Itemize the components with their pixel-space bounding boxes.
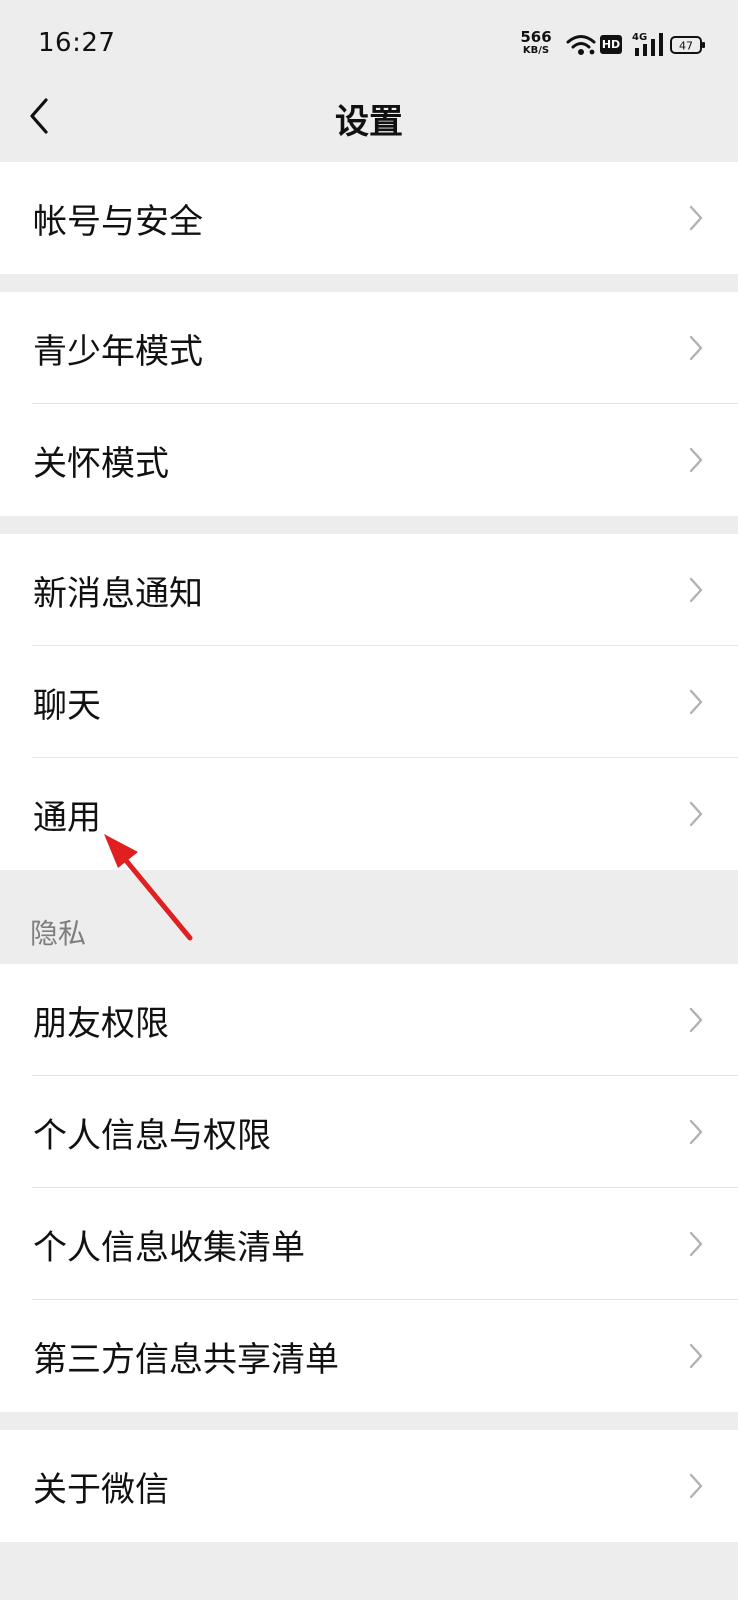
settings-item-label: 朋友权限: [33, 1003, 169, 1044]
network-speed-value: 566: [520, 28, 552, 46]
settings-item-account-security[interactable]: 帐号与安全: [0, 162, 738, 274]
chevron-right-icon: [689, 689, 703, 715]
settings-item-label: 关怀模式: [33, 443, 169, 484]
status-bar: 16:27 566 KB/S HD 4G 47: [0, 0, 738, 88]
chevron-right-icon: [689, 1231, 703, 1257]
settings-item-label: 个人信息收集清单: [33, 1227, 305, 1268]
section-title-privacy: 隐私: [30, 917, 87, 950]
network-speed: 566 KB/S: [516, 30, 556, 56]
settings-group-modes: 青少年模式 关怀模式: [0, 292, 738, 516]
settings-item-notifications[interactable]: 新消息通知: [0, 534, 738, 646]
network-speed-unit: KB/S: [522, 45, 550, 56]
navigation-bar: 设置: [0, 88, 738, 160]
settings-item-label: 个人信息与权限: [33, 1115, 271, 1156]
chevron-right-icon: [689, 1473, 703, 1499]
page-title: 设置: [335, 102, 403, 142]
settings-group-general: 新消息通知 聊天 通用: [0, 534, 738, 870]
settings-item-personal-info-collection[interactable]: 个人信息收集清单: [0, 1188, 738, 1300]
hd-badge: HD: [600, 35, 622, 54]
settings-item-third-party-sharing[interactable]: 第三方信息共享清单: [0, 1300, 738, 1412]
signal-icon: 4G: [632, 32, 663, 56]
chevron-right-icon: [689, 801, 703, 827]
settings-item-care-mode[interactable]: 关怀模式: [0, 404, 738, 516]
settings-group-account: 帐号与安全: [0, 162, 738, 274]
settings-item-label: 聊天: [33, 685, 101, 726]
chevron-right-icon: [689, 205, 703, 231]
settings-item-about-wechat[interactable]: 关于微信: [0, 1430, 738, 1542]
settings-group-privacy: 朋友权限 个人信息与权限 个人信息收集清单 第三方信息共享清单: [0, 964, 738, 1412]
chevron-right-icon: [689, 447, 703, 473]
battery-icon: 47: [670, 36, 705, 54]
chevron-right-icon: [689, 1343, 703, 1369]
settings-item-label: 青少年模式: [33, 331, 203, 372]
chevron-right-icon: [689, 1119, 703, 1145]
settings-item-label: 通用: [33, 797, 101, 838]
status-time: 16:27: [38, 28, 116, 58]
settings-item-label: 第三方信息共享清单: [33, 1339, 339, 1380]
settings-item-label: 关于微信: [33, 1469, 169, 1510]
network-type-label: 4G: [632, 32, 647, 43]
settings-item-personal-info-permissions[interactable]: 个人信息与权限: [0, 1076, 738, 1188]
settings-item-friend-permissions[interactable]: 朋友权限: [0, 964, 738, 1076]
wifi-icon: [566, 35, 596, 55]
settings-item-general[interactable]: 通用: [0, 758, 738, 870]
chevron-right-icon: [689, 1007, 703, 1033]
battery-level-text: 47: [679, 40, 693, 53]
settings-item-teen-mode[interactable]: 青少年模式: [0, 292, 738, 404]
chevron-right-icon: [689, 335, 703, 361]
settings-item-label: 新消息通知: [33, 573, 203, 614]
settings-item-label: 帐号与安全: [33, 201, 203, 242]
settings-group-about: 关于微信: [0, 1430, 738, 1542]
settings-item-chat[interactable]: 聊天: [0, 646, 738, 758]
chevron-right-icon: [689, 577, 703, 603]
